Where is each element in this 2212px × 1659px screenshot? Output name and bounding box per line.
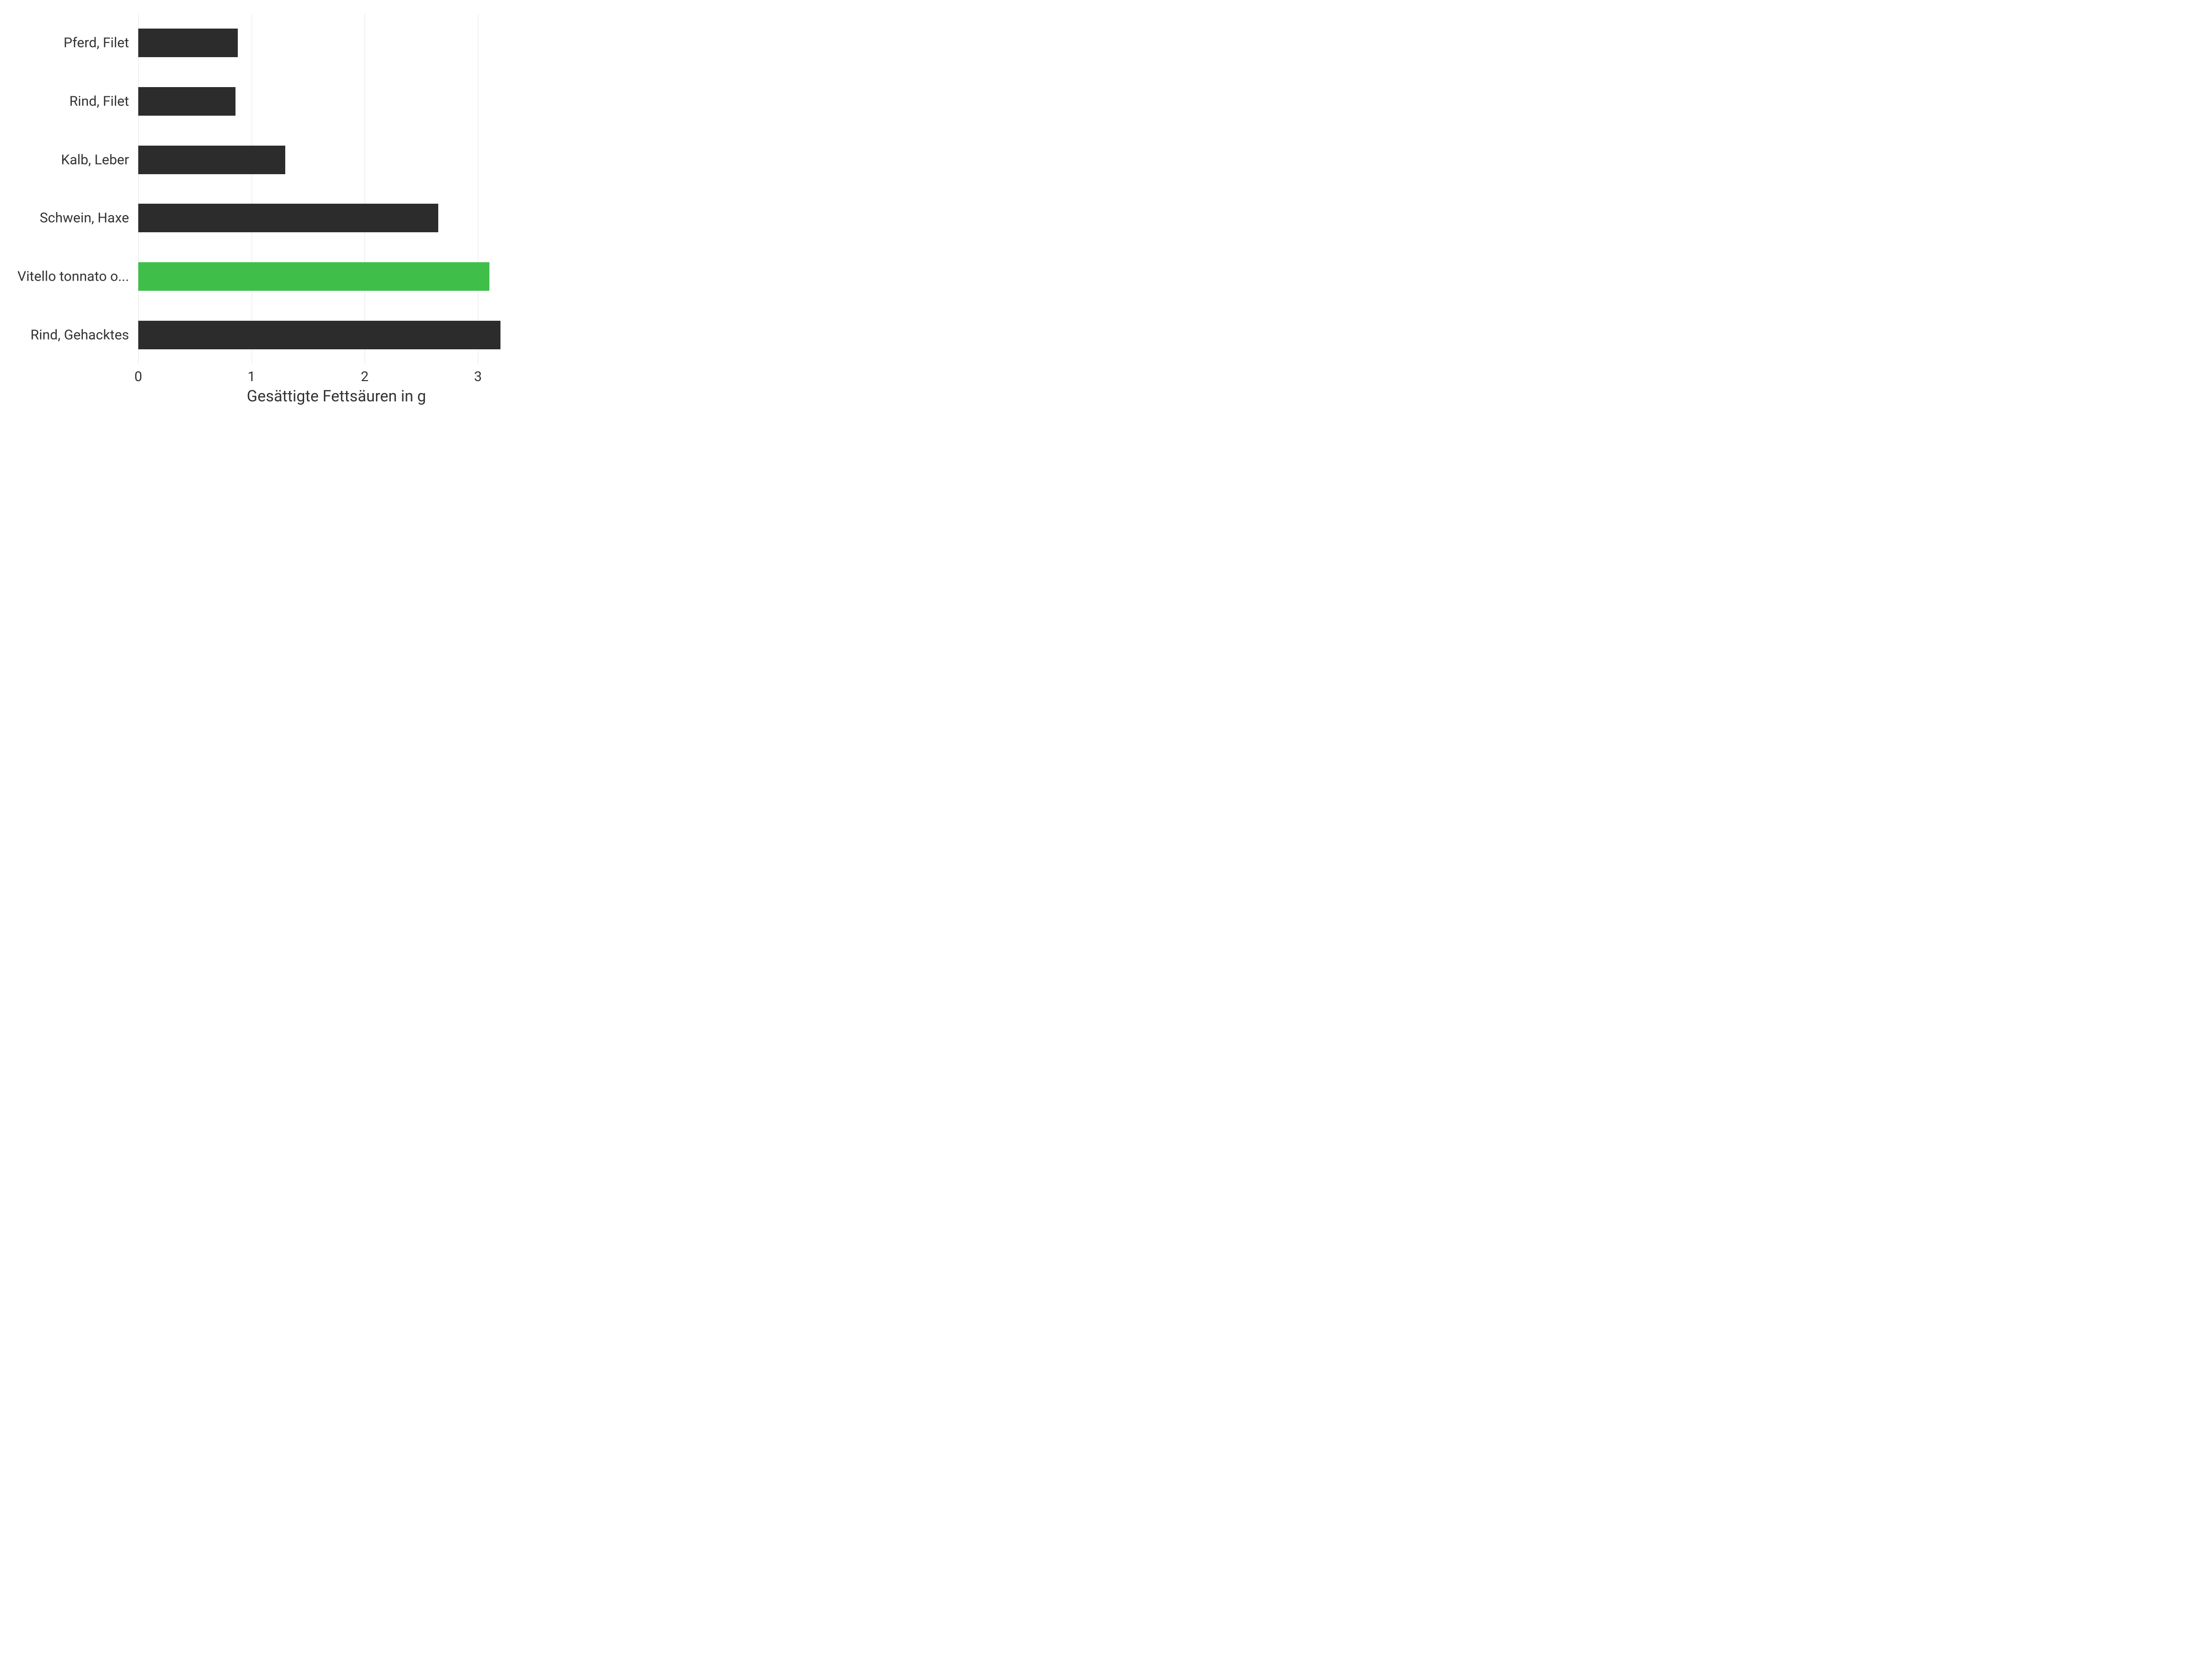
x-tick-label-text: 2 <box>361 369 369 385</box>
plot-area <box>138 14 535 364</box>
x-tick-label: 0 <box>135 369 142 385</box>
bar <box>138 204 438 232</box>
x-axis-title-text: Gesättigte Fettsäuren in g <box>247 387 426 406</box>
x-tick-label: 2 <box>361 369 369 385</box>
y-tick-label-text: Kalb, Leber <box>61 152 129 168</box>
bar <box>138 87 235 116</box>
y-tick-label-text: Vitello tonnato o... <box>18 269 129 285</box>
x-tick-label-text: 0 <box>135 369 142 385</box>
y-tick-label: Rind, Filet <box>0 94 129 109</box>
x-axis-title: Gesättigte Fettsäuren in g <box>138 387 535 406</box>
y-tick-label: Schwein, Haxe <box>0 211 129 226</box>
y-tick-label: Pferd, Filet <box>0 35 129 51</box>
grid-line <box>138 14 139 364</box>
bar-highlight <box>138 262 489 291</box>
y-tick-label: Kalb, Leber <box>0 152 129 167</box>
bar <box>138 321 500 349</box>
x-tick-label: 3 <box>474 369 482 385</box>
y-tick-label-text: Pferd, Filet <box>64 35 129 51</box>
x-tick-label-text: 3 <box>474 369 482 385</box>
y-tick-label-text: Rind, Filet <box>69 94 129 110</box>
x-tick-label: 1 <box>247 369 255 385</box>
y-tick-label: Vitello tonnato o... <box>0 269 129 284</box>
y-tick-label-text: Schwein, Haxe <box>40 210 129 226</box>
bar <box>138 29 238 57</box>
chart-container: Pferd, Filet Rind, Filet Kalb, Leber Schwei… <box>0 0 553 415</box>
bar <box>138 146 285 174</box>
x-tick-label-text: 1 <box>247 369 255 385</box>
y-tick-label: Rind, Gehacktes <box>0 327 129 342</box>
y-tick-label-text: Rind, Gehacktes <box>30 327 129 343</box>
